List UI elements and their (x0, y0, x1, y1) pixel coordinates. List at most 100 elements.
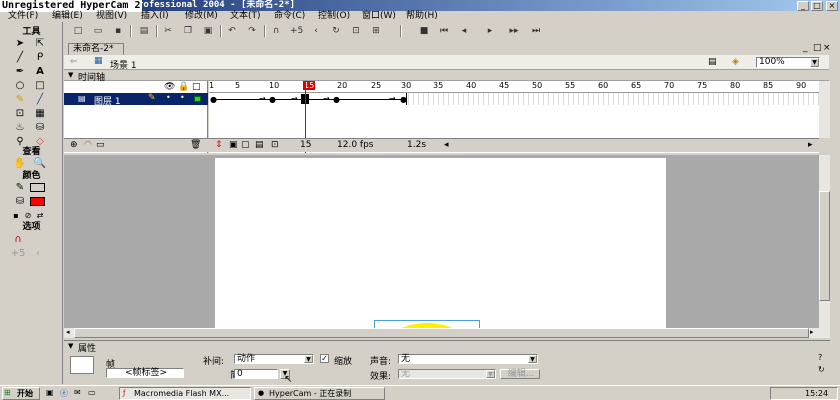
arrow-tool-icon[interactable]: ➤ (10, 38, 30, 50)
zoom-select[interactable]: 100% ▼ (756, 57, 820, 68)
delete-layer-icon[interactable]: 🗑 (190, 140, 201, 150)
fill-transform-tool-icon[interactable]: ▦ (30, 108, 50, 120)
magnet-icon[interactable]: ∩ (270, 25, 282, 37)
tween-dropdown-icon[interactable]: ▼ (304, 355, 313, 363)
ease-input[interactable]: 0 (234, 369, 278, 379)
menu-text[interactable]: 文本(T) (230, 11, 261, 22)
visible-dot-icon[interactable]: • (166, 93, 171, 102)
show-hide-icon[interactable]: 👁 (164, 82, 175, 92)
timeline-vscroll[interactable] (819, 81, 830, 138)
new-file-icon[interactable]: □ (72, 25, 84, 37)
sound-select[interactable]: 无 ▼ (398, 354, 538, 364)
hscroll-left-icon[interactable]: ◂ (66, 328, 70, 336)
ink-bottle-tool-icon[interactable]: ♨ (10, 122, 30, 134)
hand-tool-icon[interactable]: ✋ (10, 158, 30, 170)
collapse-arrow-icon[interactable]: ▼ (68, 71, 73, 79)
fill-color-swatch[interactable] (30, 197, 45, 206)
scroll-left-icon[interactable]: ◂ (444, 140, 449, 150)
print-icon[interactable]: ▤ (138, 25, 150, 37)
layer-color-icon[interactable] (194, 96, 201, 102)
smooth-icon[interactable]: +5 (290, 25, 303, 37)
task-flash[interactable]: Macromedia Flash MX... (119, 387, 251, 400)
go-end-icon[interactable]: ⏭ (530, 25, 542, 37)
open-folder-icon[interactable]: ▭ (92, 25, 104, 37)
edit-sound-button[interactable]: 编辑... (500, 369, 540, 379)
tab-document[interactable]: 未命名-2* (68, 43, 124, 55)
edit-scene-icon[interactable]: ▤ (708, 57, 717, 67)
swap-colors-icon[interactable]: ⇄ (30, 210, 50, 222)
stop-icon[interactable]: ■ (418, 25, 430, 37)
menu-insert[interactable]: 插入(I) (141, 11, 169, 22)
zoom-tool-icon[interactable]: 🔍 (30, 158, 50, 170)
paint-bucket-tool-icon[interactable]: ⛁ (30, 122, 50, 134)
center-frame-icon[interactable]: ⇕ (215, 140, 223, 150)
quicklaunch-icon[interactable]: ▣ (46, 388, 54, 397)
brush-tool-icon[interactable]: ╱ (30, 94, 50, 106)
stage-vscroll[interactable] (819, 155, 830, 338)
straighten-option-icon[interactable]: ‹ (28, 248, 48, 260)
straighten-icon[interactable]: ‹ (310, 25, 322, 37)
scale-checkbox[interactable]: ✓ (320, 354, 329, 363)
menu-control[interactable]: 控制(O) (318, 11, 350, 22)
oval-tool-icon[interactable]: ○ (10, 80, 30, 92)
add-folder-icon[interactable]: ▭ (96, 140, 105, 150)
rectangle-tool-icon[interactable]: □ (30, 80, 50, 92)
play-icon[interactable]: ▸ (484, 25, 496, 37)
snap-magnet-icon[interactable]: ∩ (8, 234, 28, 246)
timeline-header[interactable]: ▼ 时间轴 (64, 70, 829, 83)
menu-modify[interactable]: 修改(M) (185, 11, 218, 22)
keyframe-icon[interactable]: ● (210, 95, 217, 104)
free-transform-tool-icon[interactable]: ⊡ (10, 108, 30, 120)
doc-minimize-icon[interactable]: _ (803, 43, 808, 53)
tween-span[interactable]: ● ● ● ● → → → → (209, 93, 407, 105)
edit-symbol-icon[interactable]: ◈ (732, 57, 739, 67)
stroke-color-swatch[interactable] (30, 183, 45, 192)
copy-icon[interactable]: ❐ (182, 25, 194, 37)
redo-icon[interactable]: ↷ (246, 25, 258, 37)
back-arrow-icon[interactable]: ⇐ (70, 57, 78, 67)
effect-select[interactable]: 无 ▼ (398, 369, 496, 379)
pen-tool-icon[interactable]: ✒ (10, 66, 30, 78)
help-icon[interactable]: ? (818, 353, 822, 362)
onion-outline-icon[interactable]: ▢ (241, 140, 250, 150)
stage[interactable] (215, 158, 666, 328)
stage-hscroll[interactable]: ◂ ▸ (64, 328, 819, 338)
clock[interactable]: 15:24 (805, 389, 828, 398)
hscroll-right-icon[interactable]: ▸ (810, 328, 814, 336)
rotate-icon[interactable]: ↻ (330, 25, 342, 37)
frame-ruler[interactable]: 1 5 10 15 20 25 30 35 40 45 50 55 60 65 … (209, 81, 819, 93)
text-tool-icon[interactable]: A (30, 66, 50, 78)
zoom-dropdown-icon[interactable]: ▼ (810, 58, 819, 67)
workspace[interactable] (64, 155, 819, 328)
vscroll-thumb[interactable] (819, 191, 830, 301)
refresh-icon[interactable]: ↻ (818, 365, 825, 374)
minimize-button[interactable]: _ (797, 1, 809, 11)
pencil-tool-icon[interactable]: ✎ (10, 94, 30, 106)
sound-dropdown-icon[interactable]: ▼ (528, 355, 537, 363)
ball-selection[interactable] (374, 320, 480, 328)
effect-dropdown-icon[interactable]: ▼ (486, 370, 495, 378)
ie-icon[interactable]: ⓔ (60, 388, 68, 399)
cut-icon[interactable]: ✂ (162, 25, 174, 37)
menu-help[interactable]: 帮助(H) (406, 11, 438, 22)
menu-view[interactable]: 视图(V) (96, 11, 127, 22)
align-icon[interactable]: ⊞ (370, 25, 382, 37)
frame-label-input[interactable]: <帧标签> (106, 368, 184, 378)
task-hypercam[interactable]: HyperCam - 正在录制 (254, 387, 385, 400)
paste-icon[interactable]: ▣ (202, 25, 214, 37)
hscroll-thumb[interactable] (74, 328, 809, 338)
step-forward-icon[interactable]: ▸▸ (508, 25, 520, 37)
add-guide-icon[interactable]: ◠ (84, 140, 92, 150)
fill-color-icon[interactable]: ⛁ (10, 196, 30, 208)
scale-icon[interactable]: ⊡ (350, 25, 362, 37)
onion-skin-icon[interactable]: ▣ (229, 140, 238, 150)
line-tool-icon[interactable]: ╱ (10, 52, 30, 64)
doc-restore-icon[interactable]: □ (813, 43, 822, 53)
edit-multiple-icon[interactable]: ▤ (255, 140, 264, 150)
menu-window[interactable]: 窗口(W) (362, 11, 396, 22)
layer-name[interactable]: 图层 1 (94, 94, 121, 107)
modify-markers-icon[interactable]: ⊡ (271, 140, 279, 150)
menu-file[interactable]: 文件(F) (8, 11, 38, 22)
outlook-icon[interactable]: ✉ (74, 388, 81, 397)
frame-row[interactable]: ● ● ● ● → → → → (209, 93, 819, 105)
